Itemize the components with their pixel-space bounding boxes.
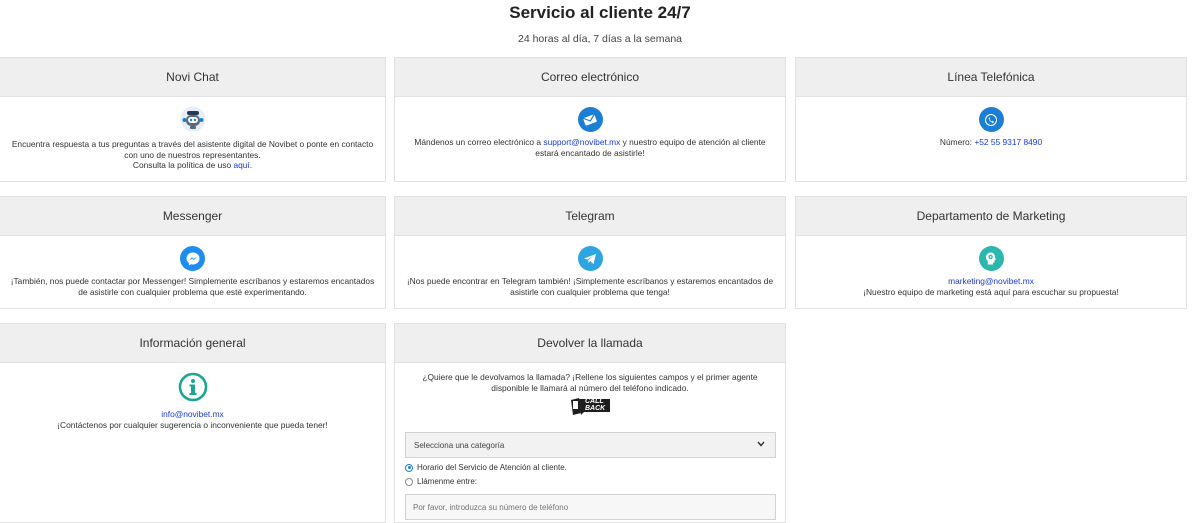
marketing-description: ¡Nuestro equipo de marketing está aquí p… [863, 286, 1119, 297]
category-select-value: Selecciona una categoría [414, 440, 505, 450]
callback-badge-line1: CALL [585, 397, 604, 405]
card-title: Correo electrónico [395, 58, 785, 97]
card-callback: Devolver la llamada ¿Quiere que le devol… [394, 323, 786, 523]
phone-number-input[interactable] [405, 494, 776, 520]
policy-link[interactable]: aquí [233, 160, 249, 170]
radio-unchecked-icon[interactable] [405, 477, 413, 486]
radio-checked-icon[interactable] [405, 463, 413, 472]
card-title: Devolver la llamada [395, 324, 785, 363]
email-description: Mándenos un correo electrónico a support… [414, 137, 766, 158]
radio-call-between[interactable]: Llámenme entre: [405, 477, 477, 486]
card-general-info[interactable]: Información general info@novibet.mx ¡Con… [0, 323, 386, 523]
card-title: Información general [0, 324, 385, 363]
idea-head-icon [978, 246, 1004, 271]
card-title: Línea Telefónica [796, 58, 1186, 97]
card-email[interactable]: Correo electrónico Mándenos un correo el… [394, 57, 786, 182]
callback-badge-line2: BACK [585, 404, 606, 412]
category-select[interactable]: Selecciona una categoría [405, 432, 776, 458]
chatbot-icon [180, 106, 206, 135]
card-title: Messenger [0, 197, 385, 236]
page-title: Servicio al cliente 24/7 [509, 3, 691, 22]
info-email-row: info@novibet.mx [4, 409, 381, 420]
support-email-link[interactable]: support@novibet.mx [543, 137, 620, 147]
phone-icon [978, 107, 1004, 132]
callback-description: ¿Quiere que le devolvamos la llamada? ¡R… [422, 372, 758, 393]
radio-service-hours[interactable]: Horario del Servicio de Atención al clie… [405, 463, 567, 472]
card-title: Telegram [395, 197, 785, 236]
chevron-down-icon [757, 439, 765, 449]
phone-number-link[interactable]: +52 55 9317 8490 [974, 137, 1042, 147]
card-phone-line[interactable]: Línea Telefónica Número: +52 55 9317 849… [795, 57, 1187, 182]
telegram-icon [577, 246, 603, 271]
info-email-link[interactable]: info@novibet.mx [161, 409, 224, 419]
radio-service-hours-label: Horario del Servicio de Atención al clie… [417, 463, 567, 472]
marketing-email-link[interactable]: marketing@novibet.mx [948, 276, 1034, 286]
card-novi-chat[interactable]: Novi Chat Encuentra respuesta a tus preg… [0, 57, 386, 182]
radio-call-between-label: Llámenme entre: [417, 477, 478, 486]
envelope-icon [577, 107, 603, 132]
phone-line: Número: +52 55 9317 8490 [939, 137, 1043, 147]
card-messenger[interactable]: Messenger ¡También, nos puede contactar … [0, 196, 386, 309]
novi-chat-policy: Consulta la política de uso aquí. [132, 160, 253, 171]
info-icon [178, 372, 208, 405]
messenger-description: ¡También, nos puede contactar por Messen… [10, 276, 375, 297]
card-marketing[interactable]: Departamento de Marketing marketing@novi… [795, 196, 1187, 309]
info-description: ¡Contáctenos por cualquier sugerencia o … [57, 419, 328, 430]
card-telegram[interactable]: Telegram ¡Nos puede encontrar en Telegra… [394, 196, 786, 309]
messenger-icon [180, 246, 205, 271]
marketing-email-row: marketing@novibet.mx [800, 276, 1182, 287]
card-title: Departamento de Marketing [796, 197, 1186, 236]
callback-badge-icon: CALL BACK [568, 396, 612, 418]
telegram-description: ¡Nos puede encontrar en Telegram también… [406, 276, 774, 297]
novi-chat-description: Encuentra respuesta a tus preguntas a tr… [11, 138, 374, 160]
card-title: Novi Chat [0, 58, 385, 97]
page-subtitle: 24 horas al día, 7 días a la semana [517, 33, 683, 45]
